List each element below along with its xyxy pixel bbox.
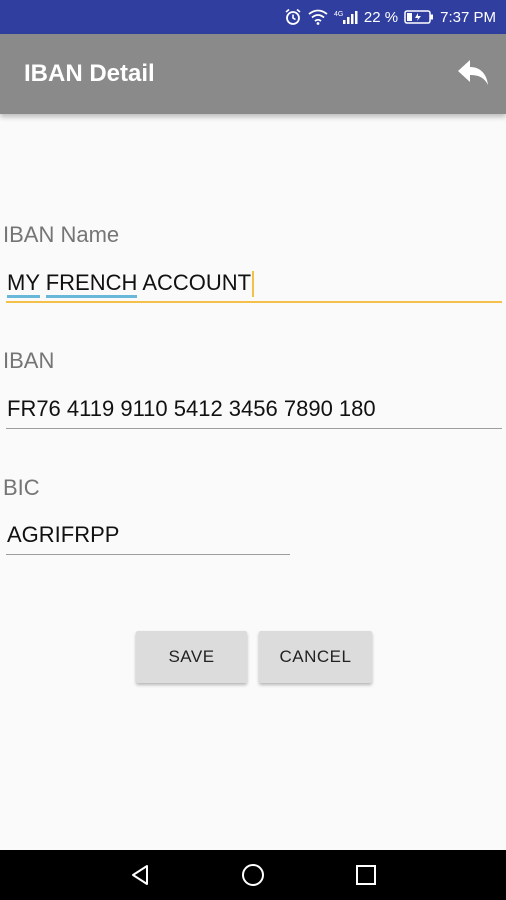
wifi-icon xyxy=(308,9,328,25)
cellular-signal-icon: 4G xyxy=(334,9,358,25)
battery-charging-icon xyxy=(404,9,434,25)
iban-name-word: ACCOUNT xyxy=(142,270,252,295)
page-title: IBAN Detail xyxy=(24,60,155,87)
reply-back-icon[interactable] xyxy=(456,58,490,88)
iban-input[interactable]: FR76 4119 9110 5412 3456 7890 180 xyxy=(7,396,376,422)
nav-back-icon[interactable] xyxy=(128,863,152,892)
alarm-icon xyxy=(284,8,302,26)
svg-text:4G: 4G xyxy=(334,11,343,18)
navigation-bar xyxy=(0,850,506,900)
app-bar: IBAN Detail xyxy=(0,34,506,114)
battery-percent: 22 % xyxy=(363,8,399,26)
iban-name-word: MY xyxy=(7,270,40,298)
status-bar: 4G 22 % 7:37 PM xyxy=(0,0,506,34)
nav-recents-icon[interactable] xyxy=(354,863,378,892)
bic-underline xyxy=(6,554,290,555)
iban-label: IBAN xyxy=(3,348,55,373)
iban-name-label: IBAN Name xyxy=(3,222,120,247)
iban-name-input[interactable]: MY FRENCH ACCOUNT xyxy=(7,270,255,298)
iban-underline xyxy=(6,428,502,429)
save-button[interactable]: SAVE xyxy=(136,631,247,683)
bic-input[interactable]: AGRIFRPP xyxy=(7,522,119,548)
nav-home-icon[interactable] xyxy=(241,863,265,892)
bic-label: BIC xyxy=(3,475,40,500)
text-cursor xyxy=(252,271,255,298)
status-icons: 4G 22 % 7:37 PM xyxy=(284,0,496,34)
status-time: 7:37 PM xyxy=(440,8,496,26)
cancel-button[interactable]: CANCEL xyxy=(259,631,372,683)
iban-name-underline xyxy=(6,301,502,303)
iban-name-word: FRENCH xyxy=(45,270,138,298)
